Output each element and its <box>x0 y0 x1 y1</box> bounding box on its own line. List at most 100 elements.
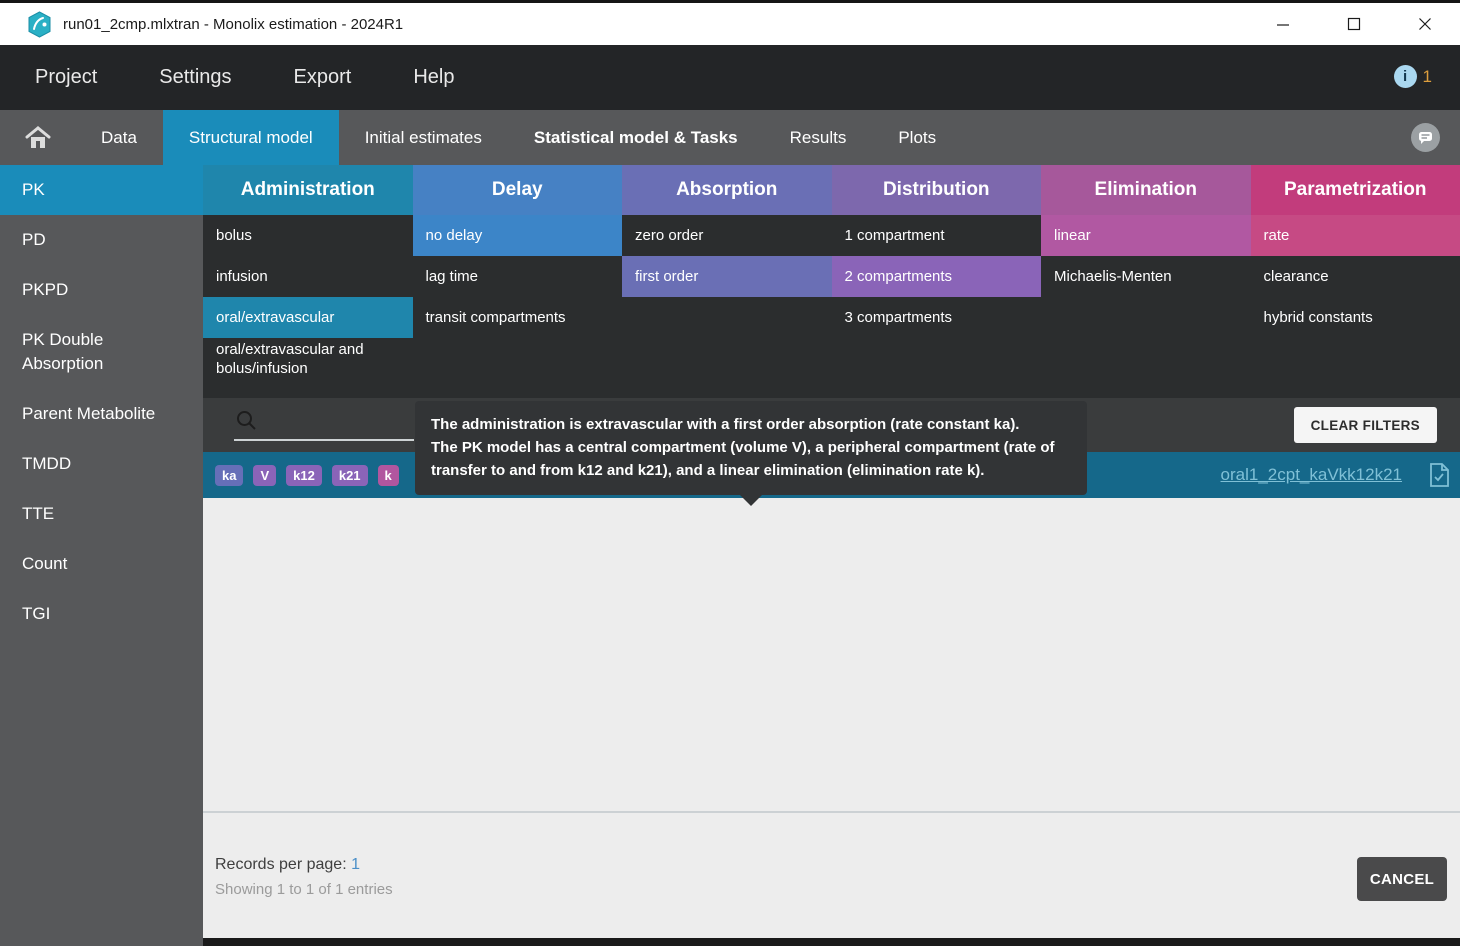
sidebar-item-tmdd[interactable]: TMDD <box>0 439 203 489</box>
filter-option-oral-extravascular-and-bolus-infusion[interactable]: oral/extravascular and bolus/infusion <box>203 338 413 380</box>
minimize-button[interactable] <box>1247 3 1318 45</box>
filter-option-1-compartment[interactable]: 1 compartment <box>832 215 1042 256</box>
main-tab-bar: DataStructural modelInitial estimatesSta… <box>0 110 1460 165</box>
filter-table: AdministrationDelayAbsorptionDistributio… <box>203 165 1460 398</box>
filter-column-administration: bolus infusion oral/extravascular oral/extr… <box>203 215 413 398</box>
parameter-badge-k: k <box>378 465 399 486</box>
info-icon: i <box>1394 65 1417 88</box>
filter-option-2-compartments[interactable]: 2 compartments <box>832 256 1042 297</box>
filter-option-clearance[interactable]: clearance <box>1251 256 1460 297</box>
filter-header-parametrization: Parametrization <box>1251 165 1460 215</box>
search-field[interactable] <box>234 406 414 441</box>
notification-badge[interactable]: i 1 <box>1394 65 1432 88</box>
sidebar-item-label: PK <box>22 178 45 202</box>
menu-item-settings[interactable]: Settings <box>159 66 231 89</box>
filter-option-label: 1 compartment <box>845 226 945 245</box>
window-controls <box>1247 3 1460 45</box>
menu-items: Project Settings Export Help <box>35 66 516 89</box>
filter-column-parametrization: rate clearance hybrid constants <box>1251 215 1460 398</box>
sidebar-item-tte[interactable]: TTE <box>0 489 203 539</box>
filter-option-michaelis-menten[interactable]: Michaelis-Menten <box>1041 256 1251 297</box>
sidebar-item-label: Parent Metabolite <box>22 402 155 426</box>
filter-column-delay: no delay lag time transit compartments <box>413 215 623 398</box>
filter-option-label: hybrid constants <box>1264 308 1373 327</box>
filter-option-bolus[interactable]: bolus <box>203 215 413 256</box>
records-per-page-label: Records per page: <box>215 856 347 873</box>
filter-headers: AdministrationDelayAbsorptionDistributio… <box>203 165 1460 215</box>
filter-option-rate[interactable]: rate <box>1251 215 1460 256</box>
parameter-badge-ka: ka <box>215 465 243 486</box>
cancel-button[interactable]: CANCEL <box>1357 857 1447 901</box>
filter-option-label: clearance <box>1264 267 1329 286</box>
model-description-tooltip: The administration is extravascular with… <box>415 401 1087 495</box>
tab-structural-model[interactable]: Structural model <box>163 110 339 165</box>
filter-option-label: bolus <box>216 226 252 245</box>
sidebar-item-parent-metabolite[interactable]: Parent Metabolite <box>0 389 203 439</box>
filter-column-distribution: 1 compartment 2 compartments 3 compartment… <box>832 215 1042 398</box>
filter-option-label: oral/extravascular <box>216 308 334 327</box>
parameter-badge-k21: k21 <box>332 465 368 486</box>
sidebar-item-label: TGI <box>22 602 50 626</box>
tab-plots[interactable]: Plots <box>872 110 962 165</box>
filter-option-label: zero order <box>635 226 703 245</box>
filter-column-elimination: linear Michaelis-Menten <box>1041 215 1251 398</box>
filter-option-lag-time[interactable]: lag time <box>413 256 623 297</box>
tab-statistical-model-tasks[interactable]: Statistical model & Tasks <box>508 110 764 165</box>
menu-item-help[interactable]: Help <box>413 66 454 89</box>
sidebar-item-pk-double-absorption[interactable]: PK Double Absorption <box>0 315 203 389</box>
sidebar-item-pk[interactable]: PK <box>0 165 203 215</box>
sidebar-item-pd[interactable]: PD <box>0 215 203 265</box>
filter-option-label: oral/extravascular and bolus/infusion <box>216 340 366 378</box>
sidebar-item-label: TMDD <box>22 452 71 476</box>
tooltip-text-line: transfer to and from k12 and k21), and a… <box>431 459 1071 482</box>
tab-initial-estimates[interactable]: Initial estimates <box>339 110 508 165</box>
sidebar-item-label: PK Double Absorption <box>22 328 164 376</box>
model-library-panel: AdministrationDelayAbsorptionDistributio… <box>203 165 1460 946</box>
filter-option-first-order[interactable]: first order <box>622 256 832 297</box>
filter-option-label: transit compartments <box>426 308 566 327</box>
filter-option-infusion[interactable]: infusion <box>203 256 413 297</box>
title-bar: run01_2cmp.mlxtran - Monolix estimation … <box>0 0 1460 45</box>
records-per-page-value[interactable]: 1 <box>351 856 360 873</box>
filter-option-oral-extravascular[interactable]: oral/extravascular <box>203 297 413 338</box>
tab-home[interactable] <box>0 110 75 165</box>
filter-header-absorption: Absorption <box>622 165 832 215</box>
sidebar-item-pkpd[interactable]: PKPD <box>0 265 203 315</box>
filter-header-administration: Administration <box>203 165 413 215</box>
filter-option-label: Michaelis-Menten <box>1054 267 1172 286</box>
sidebar-item-count[interactable]: Count <box>0 539 203 589</box>
filter-option-label: linear <box>1054 226 1091 245</box>
model-file-link[interactable]: oral1_2cpt_kaVkk12k21 <box>1221 465 1402 485</box>
tab-data[interactable]: Data <box>75 110 163 165</box>
filter-option-transit-compartments[interactable]: transit compartments <box>413 297 623 338</box>
sidebar-item-tgi[interactable]: TGI <box>0 589 203 639</box>
filter-option-3-compartments[interactable]: 3 compartments <box>832 297 1042 338</box>
menu-item-project[interactable]: Project <box>35 66 97 89</box>
parameter-badge-v: V <box>253 465 276 486</box>
filter-option-label: 2 compartments <box>845 267 953 286</box>
tooltip-text-line: The PK model has a central compartment (… <box>431 436 1071 459</box>
sidebar-item-label: Count <box>22 552 67 576</box>
chat-button[interactable] <box>1411 123 1440 152</box>
model-type-sidebar: PKPDPKPDPK Double AbsorptionParent Metab… <box>0 165 203 946</box>
filter-option-label: first order <box>635 267 698 286</box>
filter-option-label: lag time <box>426 267 479 286</box>
menu-item-export[interactable]: Export <box>294 66 352 89</box>
window-title: run01_2cmp.mlxtran - Monolix estimation … <box>63 16 403 33</box>
tab-results[interactable]: Results <box>764 110 873 165</box>
sidebar-item-label: TTE <box>22 502 54 526</box>
close-button[interactable] <box>1389 3 1460 45</box>
maximize-button[interactable] <box>1318 3 1389 45</box>
search-input[interactable] <box>262 410 412 436</box>
sidebar-item-label: PKPD <box>22 278 68 302</box>
parameter-badges: kaVk12k21k <box>215 465 399 486</box>
filter-header-delay: Delay <box>413 165 623 215</box>
filter-option-linear[interactable]: linear <box>1041 215 1251 256</box>
filter-header-distribution: Distribution <box>832 165 1042 215</box>
records-per-page: Records per page: 1 <box>215 856 360 874</box>
filter-option-no-delay[interactable]: no delay <box>413 215 623 256</box>
clear-filters-button[interactable]: CLEAR FILTERS <box>1294 407 1437 443</box>
model-file-icon[interactable] <box>1429 463 1450 487</box>
filter-option-zero-order[interactable]: zero order <box>622 215 832 256</box>
filter-option-hybrid-constants[interactable]: hybrid constants <box>1251 297 1460 338</box>
